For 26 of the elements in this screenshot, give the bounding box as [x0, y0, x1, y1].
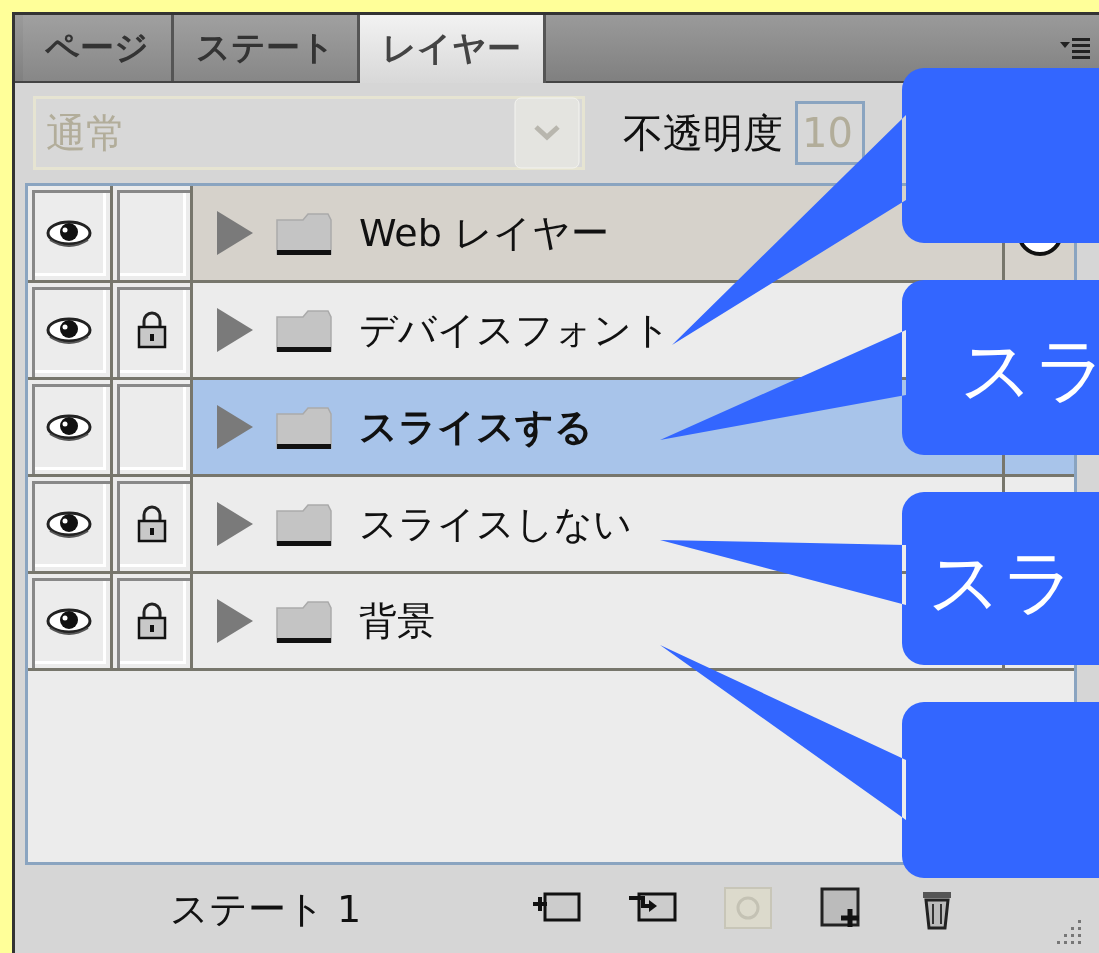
layer-name: スライスしない [359, 500, 632, 548]
layer-name: スライスする [359, 403, 593, 451]
expand-triangle-icon [217, 211, 253, 255]
tab[interactable]: ページ [23, 15, 174, 81]
expand-triangle-icon [217, 599, 253, 643]
folder-icon [275, 210, 333, 256]
layer-name: Web レイヤー [359, 209, 609, 257]
opacity-label: 不透明度 [623, 108, 783, 158]
layer-name: 背景 [359, 597, 435, 645]
tab[interactable]: ステート [174, 15, 360, 81]
expand-triangle-icon [217, 308, 253, 352]
folder-icon [275, 404, 333, 450]
tab[interactable]: レイヤー [360, 15, 546, 83]
resize-grip-icon [1057, 920, 1084, 947]
lock-toggle[interactable] [113, 380, 193, 474]
visibility-toggle[interactable] [28, 186, 113, 280]
expand-triangle-icon [217, 502, 253, 546]
folder-icon [275, 598, 333, 644]
lock-toggle[interactable] [113, 186, 193, 280]
visibility-toggle[interactable] [28, 380, 113, 474]
state-label: ステート 1 [170, 885, 362, 933]
layer-name: デバイスフォント [359, 306, 671, 354]
folder-icon [275, 307, 333, 353]
expand-triangle-icon [217, 405, 253, 449]
folder-icon [275, 501, 333, 547]
caret-icon [514, 97, 580, 169]
